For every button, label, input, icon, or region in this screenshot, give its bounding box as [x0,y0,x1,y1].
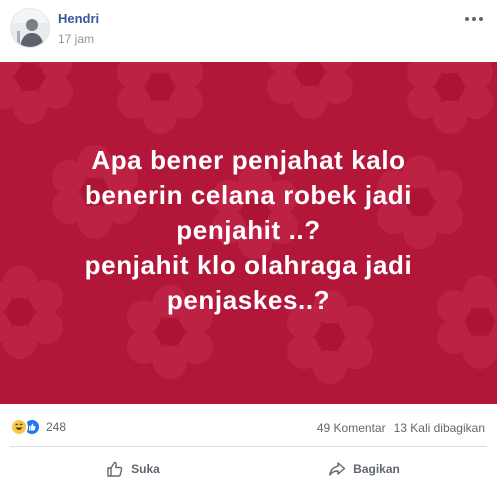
like-button[interactable]: Suka [18,452,248,486]
post-text-line: Apa bener penjahat kalo [91,144,406,175]
engagement-counts: 49 Komentar 13 Kali dibagikan [317,421,485,435]
post-card: Hendri 17 jam Apa bener penjahat kalo be… [0,0,497,493]
avatar[interactable] [10,8,50,48]
reaction-count: 248 [46,420,67,434]
share-label: Bagikan [353,462,400,476]
post-text-line: penjaskes..? [166,284,331,315]
post-text-line: penjahit ..? [176,214,321,245]
post-timestamp[interactable]: 17 jam [58,32,94,46]
more-options-button[interactable] [465,12,485,26]
author-name[interactable]: Hendri [58,11,99,26]
like-label: Suka [131,462,160,476]
haha-icon [10,418,28,436]
dot-icon [472,17,476,21]
post-text: Apa bener penjahat kalo benerin celana r… [0,62,497,404]
thumbs-up-icon [107,461,123,477]
share-arrow-icon [329,462,346,476]
dot-icon [465,17,469,21]
post-text-line: benerin celana robek jadi [84,179,413,210]
share-count-link[interactable]: 13 Kali dibagikan [394,421,485,435]
dot-icon [479,17,483,21]
profile-photo-icon [11,9,49,47]
post-stats: 248 49 Komentar 13 Kali dibagikan [0,414,497,442]
post-text-line: penjahit klo olahraga jadi [84,249,413,280]
post-actions: Suka Bagikan [0,452,497,486]
post-header: Hendri 17 jam [0,0,497,60]
divider [10,446,487,447]
colored-post-background: Apa bener penjahat kalo benerin celana r… [0,62,497,404]
comment-count-link[interactable]: 49 Komentar [317,421,386,435]
reactions-summary[interactable]: 248 [10,417,66,437]
share-button[interactable]: Bagikan [249,452,479,486]
